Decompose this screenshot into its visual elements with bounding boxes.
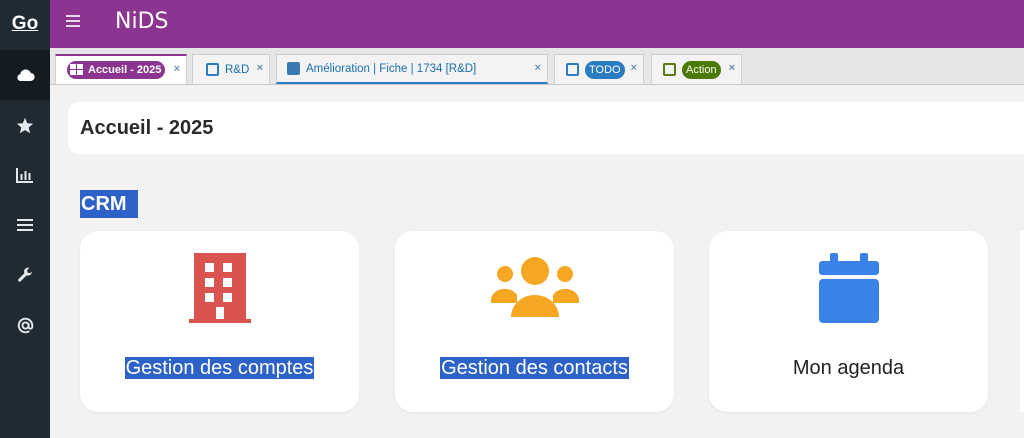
card-gestion-comptes[interactable]: Gestion des comptes: [80, 231, 359, 412]
windows-grid-icon: [70, 64, 84, 76]
card-label-wrapper: Gestion des contacts: [395, 357, 674, 380]
calendar-icon: [818, 253, 879, 323]
tab-accueil-pill: Accueil - 2025: [67, 61, 166, 79]
top-bar: NiDS: [50, 0, 1024, 48]
left-rail: Go: [0, 0, 50, 438]
rail-item-cloud[interactable]: [0, 50, 50, 100]
page-title: Accueil - 2025: [80, 117, 214, 139]
wrench-icon: [17, 267, 32, 282]
close-tab-icon[interactable]: ×: [257, 62, 263, 74]
chart-icon: [16, 168, 33, 183]
tab-label: Amélioration | Fiche | 1734 [R&D]: [306, 62, 477, 75]
checkbox-square-icon: [566, 63, 579, 76]
rail-item-tools[interactable]: [0, 250, 50, 300]
app-title: NiDS: [115, 9, 169, 34]
tab-label: Action: [682, 60, 721, 79]
tab-amelioration[interactable]: Amélioration | Fiche | 1734 [R&D] ×: [276, 54, 548, 84]
tab-rd[interactable]: R&D ×: [192, 54, 270, 84]
page-header: Accueil - 2025: [68, 102, 1024, 154]
close-tab-icon[interactable]: ×: [535, 62, 541, 74]
card-label: Mon agenda: [792, 357, 905, 379]
card-label: Gestion des comptes: [124, 357, 315, 379]
star-icon: [16, 117, 34, 133]
close-tab-icon[interactable]: ×: [729, 62, 735, 74]
tab-label: R&D: [225, 63, 250, 76]
rail-item-menu[interactable]: [0, 200, 50, 250]
card-label-wrapper: Gestion des comptes: [80, 357, 359, 380]
tab-label: TODO: [585, 60, 625, 79]
section-title: CRM: [80, 190, 138, 218]
list-icon: [17, 219, 33, 231]
checkbox-square-icon: [206, 63, 219, 76]
tab-todo[interactable]: TODO ×: [554, 54, 644, 84]
card-gestion-contacts[interactable]: Gestion des contacts: [395, 231, 674, 412]
filled-square-icon: [287, 62, 300, 75]
tab-label: Accueil - 2025: [88, 64, 162, 76]
card-label: Gestion des contacts: [440, 357, 629, 379]
cloud-icon: [17, 69, 35, 82]
checkbox-square-icon: [663, 63, 676, 76]
close-tab-icon[interactable]: ×: [174, 63, 180, 75]
users-icon: [490, 257, 579, 317]
hamburger-menu-icon[interactable]: [66, 12, 84, 30]
building-icon: [188, 253, 251, 323]
rail-item-favorites[interactable]: [0, 100, 50, 150]
card-mon-agenda[interactable]: Mon agenda: [709, 231, 988, 412]
at-icon: [17, 317, 33, 333]
tab-action[interactable]: Action ×: [651, 54, 742, 84]
tab-accueil[interactable]: Accueil - 2025 ×: [55, 54, 187, 84]
tab-bar: Accueil - 2025 × R&D × Amélioration | Fi…: [50, 48, 1024, 85]
card-partial-edge: [1020, 231, 1024, 412]
rail-item-mail[interactable]: [0, 300, 50, 350]
app-logo[interactable]: Go: [0, 0, 50, 48]
close-tab-icon[interactable]: ×: [631, 62, 637, 74]
rail-item-stats[interactable]: [0, 150, 50, 200]
